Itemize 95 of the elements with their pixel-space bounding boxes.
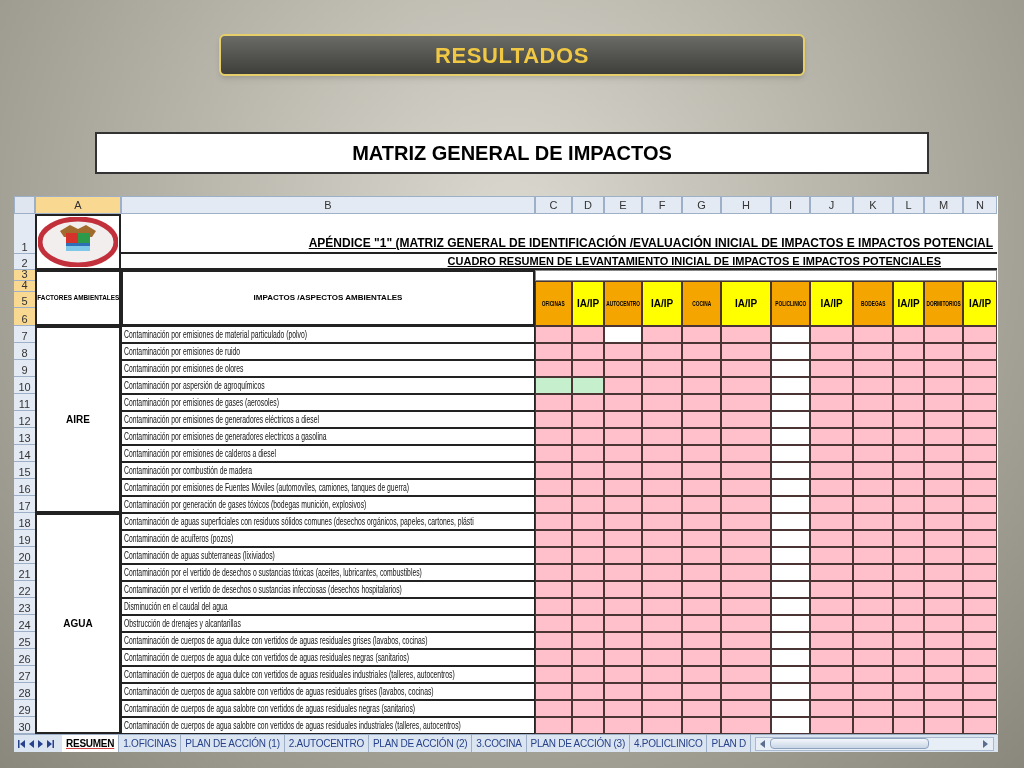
row-header[interactable]: 7 bbox=[14, 326, 35, 343]
table-header-cell: IMPACTOS /ASPECTOS AMBIENTALES bbox=[121, 270, 535, 326]
table-cell: Contaminación de cuerpos de agua dulce con vertidos de aguas residuales grises (lavabos, cocinas) bbox=[121, 632, 535, 649]
row-header[interactable]: 24 bbox=[14, 615, 35, 632]
table-header-cell: OFICINAS bbox=[535, 281, 572, 326]
column-header[interactable]: L bbox=[893, 196, 924, 214]
table-cell: Contaminación por el vertido de desechos o sustancias tóxicas (aceites, lubricantes, combustibles) bbox=[121, 564, 535, 581]
scrollbar-thumb[interactable] bbox=[770, 738, 929, 749]
table-header-cell: IA/IP bbox=[810, 281, 853, 326]
row-header[interactable]: 11 bbox=[14, 394, 35, 411]
sheet-subtitle: CUADRO RESUMEN DE LEVANTAMIENTO INICIAL DE IMPACTOS E IMPACTOS POTENCIALES bbox=[447, 253, 941, 269]
row-header[interactable]: 10 bbox=[14, 377, 35, 394]
row-header[interactable]: 26 bbox=[14, 649, 35, 666]
column-header[interactable]: F bbox=[642, 196, 682, 214]
table-header-cell: IA/IP bbox=[893, 281, 924, 326]
row-header[interactable]: 12 bbox=[14, 411, 35, 428]
table-cell: Contaminación por aspersión de agroquímicos bbox=[121, 377, 535, 394]
column-header[interactable]: E bbox=[604, 196, 642, 214]
column-header[interactable]: M bbox=[924, 196, 963, 214]
row-header[interactable]: 9 bbox=[14, 360, 35, 377]
horizontal-scrollbar[interactable] bbox=[755, 736, 994, 751]
table-cell: Contaminación por emisiones de ruido bbox=[121, 343, 535, 360]
table-cell: Contaminación por emisiones de material particulado (polvo) bbox=[121, 326, 535, 343]
table-header-cell: AUTOCENTRO bbox=[604, 281, 642, 326]
last-sheet-icon[interactable] bbox=[47, 739, 54, 748]
column-header[interactable]: J bbox=[810, 196, 853, 214]
row-header[interactable]: 1 bbox=[14, 214, 35, 254]
row-header[interactable]: 17 bbox=[14, 496, 35, 513]
row-header[interactable]: 16 bbox=[14, 479, 35, 496]
table-header-cell: COCINA bbox=[682, 281, 721, 326]
table-header-cell: FACTORES AMBIENTALES bbox=[35, 270, 121, 326]
table-header-cell: IA/IP bbox=[721, 281, 771, 326]
row-header[interactable]: 28 bbox=[14, 683, 35, 700]
table-cell: Contaminación por el vertido de desechos o sustancias infecciosas (desechos hospitalarios) bbox=[121, 581, 535, 598]
table-cell: Disminución en el caudal del agua bbox=[121, 598, 535, 615]
table-cell: Contaminación de cuerpos de agua salobre con vertidos de aguas residuales industriales (talleres, autocentros) bbox=[121, 717, 535, 734]
table-cell: AIRE bbox=[35, 326, 121, 513]
table-cell: Contaminación de cuerpos de agua salobre con vertidos de aguas residuales negras (sanitarios) bbox=[121, 700, 535, 717]
table-cell: Contaminación de aguas subterraneas (lixiviados) bbox=[121, 547, 535, 564]
row-header[interactable]: 20 bbox=[14, 547, 35, 564]
table-cell: Contaminación por emisiones de generadores eléctricos a diesel bbox=[121, 411, 535, 428]
table-header-cell: BODEGAS bbox=[853, 281, 893, 326]
table-cell: Contaminación de cuerpos de agua dulce con vertidos de aguas residuales industriales (talleres, autocentros) bbox=[121, 666, 535, 683]
row-header[interactable]: 14 bbox=[14, 445, 35, 462]
row-header[interactable]: 22 bbox=[14, 581, 35, 598]
row-header[interactable]: 6 bbox=[14, 308, 35, 326]
table-cell: Obstrucción de drenajes y alcantarillas bbox=[121, 615, 535, 632]
table-header-cell: IA/IP bbox=[642, 281, 682, 326]
slide-title: MATRIZ GENERAL DE IMPACTOS bbox=[352, 141, 672, 166]
table-header-cell: IA/IP bbox=[963, 281, 997, 326]
next-sheet-icon[interactable] bbox=[38, 739, 43, 748]
row-header[interactable]: 5 bbox=[14, 292, 35, 308]
table-cell: Contaminación de cuerpos de agua dulce con vertidos de aguas residuales negras (sanitarios) bbox=[121, 649, 535, 666]
table-header-cell: IA/IP bbox=[572, 281, 604, 326]
table-cell: Contaminación por emisiones de generadores electricos a gasolina bbox=[121, 428, 535, 445]
table-cell: Contaminación por emisiones de calderos a diesel bbox=[121, 445, 535, 462]
table-header-cell: DORMITORIOS bbox=[924, 281, 963, 326]
row-header[interactable]: 23 bbox=[14, 598, 35, 615]
table-cell: Contaminación por emisiones de gases (aerosoles) bbox=[121, 394, 535, 411]
row-header[interactable]: 15 bbox=[14, 462, 35, 479]
row-header[interactable]: 30 bbox=[14, 717, 35, 734]
previous-sheet-icon[interactable] bbox=[29, 739, 34, 748]
table-cell: Contaminación por combustión de madera bbox=[121, 462, 535, 479]
column-header[interactable]: B bbox=[121, 196, 535, 214]
column-header[interactable]: K bbox=[853, 196, 893, 214]
column-header[interactable]: I bbox=[771, 196, 810, 214]
column-header[interactable]: H bbox=[721, 196, 771, 214]
row-header[interactable]: 25 bbox=[14, 632, 35, 649]
row-header[interactable]: 27 bbox=[14, 666, 35, 683]
column-header[interactable]: D bbox=[572, 196, 604, 214]
slide-banner-title: RESULTADOS bbox=[435, 41, 589, 70]
row-header[interactable]: 2 bbox=[14, 254, 35, 270]
table-header-cell: POLICLINICO bbox=[771, 281, 810, 326]
table-cell: Contaminación de aguas superficiales con residuos sólidos comunes (desechos orgánicos, papeles, cartones, plásti bbox=[121, 513, 535, 530]
column-header[interactable]: C bbox=[535, 196, 572, 214]
table-cell: Contaminación por emisiones de olores bbox=[121, 360, 535, 377]
scroll-left-icon[interactable] bbox=[760, 739, 767, 748]
table-cell: AGUA bbox=[35, 513, 121, 734]
row-header[interactable]: 8 bbox=[14, 343, 35, 360]
sheet-title: APÉNDICE "1" (MATRIZ GENERAL DE IDENTIFICACIÓN /EVALUACIÓN INICIAL DE IMPACTOS E IMPACTOS POTENCIAL bbox=[308, 234, 993, 252]
column-header[interactable]: G bbox=[682, 196, 721, 214]
column-header[interactable]: N bbox=[963, 196, 997, 214]
row-header[interactable]: 29 bbox=[14, 700, 35, 717]
row-header[interactable]: 21 bbox=[14, 564, 35, 581]
table-cell: Contaminación por emisiones de Fuentes Móviles (automoviles, camiones, tanques de guerra) bbox=[121, 479, 535, 496]
row-header[interactable]: 13 bbox=[14, 428, 35, 445]
scroll-right-icon[interactable] bbox=[983, 739, 989, 748]
sheet-tab[interactable]: RESUMEN bbox=[62, 735, 120, 752]
table-cell: Contaminación de acuíferos (pozos) bbox=[121, 530, 535, 547]
row-header[interactable]: 19 bbox=[14, 530, 35, 547]
first-sheet-icon[interactable] bbox=[18, 739, 25, 748]
row-header[interactable]: 18 bbox=[14, 513, 35, 530]
column-header[interactable]: A bbox=[35, 196, 121, 214]
table-cell: Contaminación por generación de gases tóxicos (bodegas munición, explosivos) bbox=[121, 496, 535, 513]
table-cell: Contaminación de cuerpos de agua salobre con vertidos de aguas residuales grises (lavabos, cocinas) bbox=[121, 683, 535, 700]
